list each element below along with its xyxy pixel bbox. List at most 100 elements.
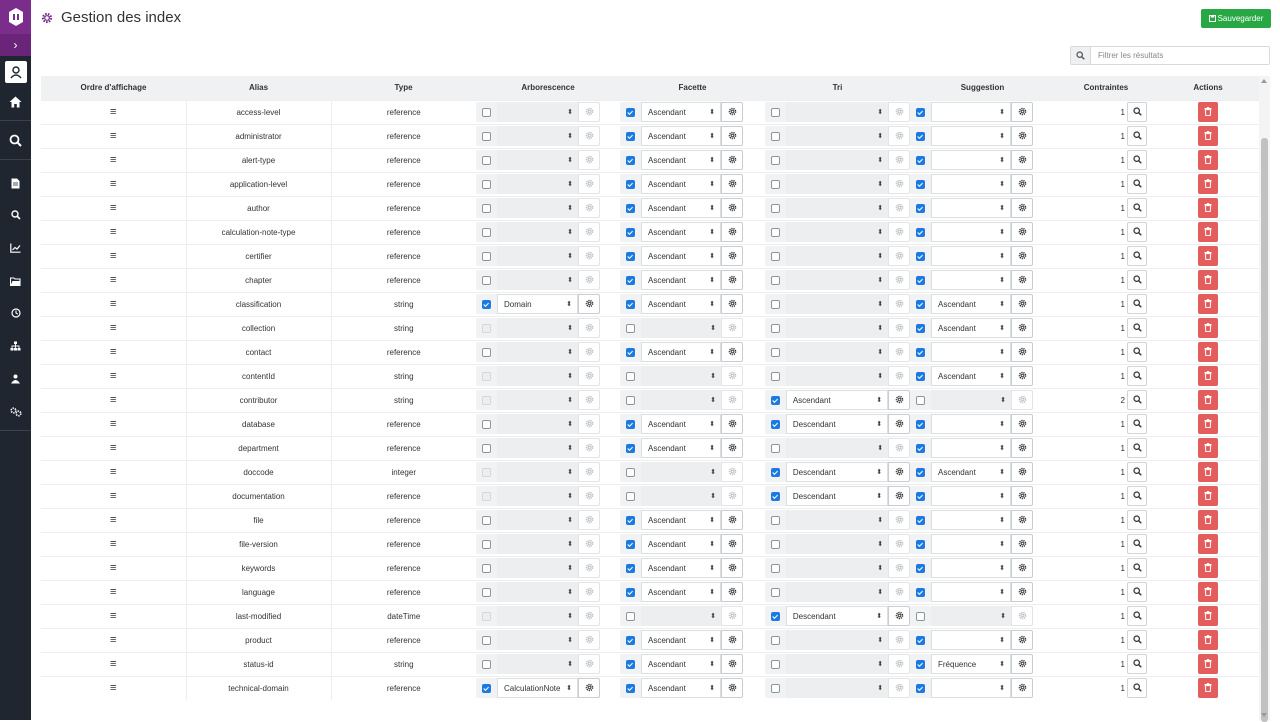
arb-checkbox[interactable]: [482, 635, 491, 645]
tri-checkbox[interactable]: [770, 467, 780, 477]
arb-select[interactable]: ⬍: [497, 510, 578, 530]
sug-settings-button[interactable]: [1011, 438, 1033, 458]
constraints-search-button[interactable]: [1127, 510, 1147, 530]
arb-select[interactable]: ⬍: [497, 438, 578, 458]
tri-checkbox[interactable]: [770, 275, 780, 285]
fac-settings-button[interactable]: [721, 126, 743, 146]
tri-select[interactable]: ⬍: [785, 126, 889, 146]
sug-select[interactable]: Fréquence ⬍: [931, 654, 1011, 674]
delete-button[interactable]: [1198, 198, 1218, 218]
arb-checkbox[interactable]: [482, 443, 491, 453]
fac-settings-button[interactable]: [721, 246, 743, 266]
arb-settings-button[interactable]: [578, 678, 600, 699]
sug-settings-button[interactable]: [1011, 678, 1033, 699]
arb-settings-button[interactable]: [578, 606, 600, 626]
fac-checkbox[interactable]: [626, 659, 635, 669]
fac-checkbox[interactable]: [626, 371, 635, 381]
arb-checkbox[interactable]: [482, 131, 491, 141]
scrollbar-thumb[interactable]: [1261, 138, 1268, 722]
scroll-up-arrow-icon[interactable]: [1261, 79, 1267, 83]
constraints-search-button[interactable]: [1127, 198, 1147, 218]
delete-button[interactable]: [1198, 390, 1218, 410]
sug-settings-button[interactable]: [1011, 486, 1033, 506]
tri-settings-button[interactable]: [888, 222, 910, 242]
sug-settings-button[interactable]: [1011, 342, 1033, 362]
drag-handle-icon[interactable]: ≡: [110, 490, 116, 502]
arb-settings-button[interactable]: [578, 582, 600, 602]
arb-settings-button[interactable]: [578, 654, 600, 674]
tri-select[interactable]: ⬍: [785, 174, 889, 194]
arb-checkbox[interactable]: [482, 419, 491, 429]
tri-select[interactable]: ⬍: [785, 222, 889, 242]
arb-select[interactable]: ⬍: [497, 270, 578, 290]
tri-checkbox[interactable]: [770, 563, 780, 573]
arb-settings-button[interactable]: [578, 246, 600, 266]
constraints-search-button[interactable]: [1127, 438, 1147, 458]
sug-checkbox[interactable]: [916, 251, 925, 261]
tri-select[interactable]: ⬍: [785, 246, 889, 266]
tri-settings-button[interactable]: [888, 534, 910, 554]
delete-button[interactable]: [1198, 318, 1218, 338]
fac-select[interactable]: Ascendant ⬍: [641, 174, 721, 194]
fac-checkbox[interactable]: [626, 155, 635, 165]
drag-handle-icon[interactable]: ≡: [110, 634, 116, 646]
sug-checkbox[interactable]: [916, 659, 925, 669]
arb-select[interactable]: ⬍: [497, 462, 578, 482]
arb-checkbox[interactable]: [482, 227, 491, 237]
constraints-search-button[interactable]: [1127, 486, 1147, 506]
drag-handle-icon[interactable]: ≡: [110, 154, 116, 166]
delete-button[interactable]: [1198, 246, 1218, 266]
delete-button[interactable]: [1198, 654, 1218, 674]
fac-select[interactable]: Ascendant ⬍: [641, 342, 721, 362]
drag-handle-icon[interactable]: ≡: [110, 442, 116, 454]
tri-settings-button[interactable]: [888, 198, 910, 218]
constraints-search-button[interactable]: [1127, 342, 1147, 362]
constraints-search-button[interactable]: [1127, 150, 1147, 170]
tri-settings-button[interactable]: [888, 126, 910, 146]
fac-select[interactable]: ⬍: [641, 462, 721, 482]
fac-select[interactable]: Ascendant ⬍: [641, 438, 721, 458]
sug-checkbox[interactable]: [916, 515, 925, 525]
fac-settings-button[interactable]: [721, 462, 743, 482]
fac-select[interactable]: Ascendant ⬍: [641, 222, 721, 242]
arb-select[interactable]: ⬍: [497, 174, 578, 194]
sug-select[interactable]: ⬍: [931, 558, 1011, 578]
arb-select[interactable]: Domain ⬍: [497, 294, 578, 314]
fac-checkbox[interactable]: [626, 419, 635, 429]
app-logo[interactable]: [0, 0, 31, 34]
sug-select[interactable]: ⬍: [931, 414, 1011, 434]
tri-select[interactable]: ⬍: [785, 534, 889, 554]
tri-settings-button[interactable]: [888, 606, 910, 626]
tri-checkbox[interactable]: [770, 179, 780, 189]
fac-checkbox[interactable]: [626, 275, 635, 285]
nav-search[interactable]: [0, 124, 31, 156]
fac-select[interactable]: Ascendant ⬍: [641, 150, 721, 170]
column-header-sort[interactable]: Tri: [765, 76, 910, 100]
fac-settings-button[interactable]: [721, 654, 743, 674]
fac-select[interactable]: Ascendant ⬍: [641, 294, 721, 314]
tri-checkbox[interactable]: [770, 683, 780, 693]
scroll-down-arrow-icon[interactable]: [1261, 713, 1267, 717]
sug-checkbox[interactable]: [916, 131, 925, 141]
constraints-search-button[interactable]: [1127, 270, 1147, 290]
fac-select[interactable]: Ascendant ⬍: [641, 246, 721, 266]
tri-select[interactable]: ⬍: [785, 438, 889, 458]
fac-select[interactable]: ⬍: [641, 366, 721, 386]
drag-handle-icon[interactable]: ≡: [110, 514, 116, 526]
drag-handle-icon[interactable]: ≡: [110, 322, 116, 334]
sug-select[interactable]: ⬍: [931, 198, 1011, 218]
sug-checkbox[interactable]: [916, 347, 925, 357]
sug-settings-button[interactable]: [1011, 462, 1033, 482]
sug-settings-button[interactable]: [1011, 126, 1033, 146]
fac-settings-button[interactable]: [721, 294, 743, 314]
sug-select[interactable]: Ascendant ⬍: [931, 462, 1011, 482]
sug-select[interactable]: ⬍: [931, 534, 1011, 554]
arb-settings-button[interactable]: [578, 390, 600, 410]
tri-checkbox[interactable]: [770, 611, 780, 621]
delete-button[interactable]: [1198, 126, 1218, 146]
tri-settings-button[interactable]: [888, 678, 910, 699]
sug-checkbox[interactable]: [916, 563, 925, 573]
sug-select[interactable]: ⬍: [931, 390, 1011, 410]
constraints-search-button[interactable]: [1127, 390, 1147, 410]
arb-settings-button[interactable]: [578, 150, 600, 170]
